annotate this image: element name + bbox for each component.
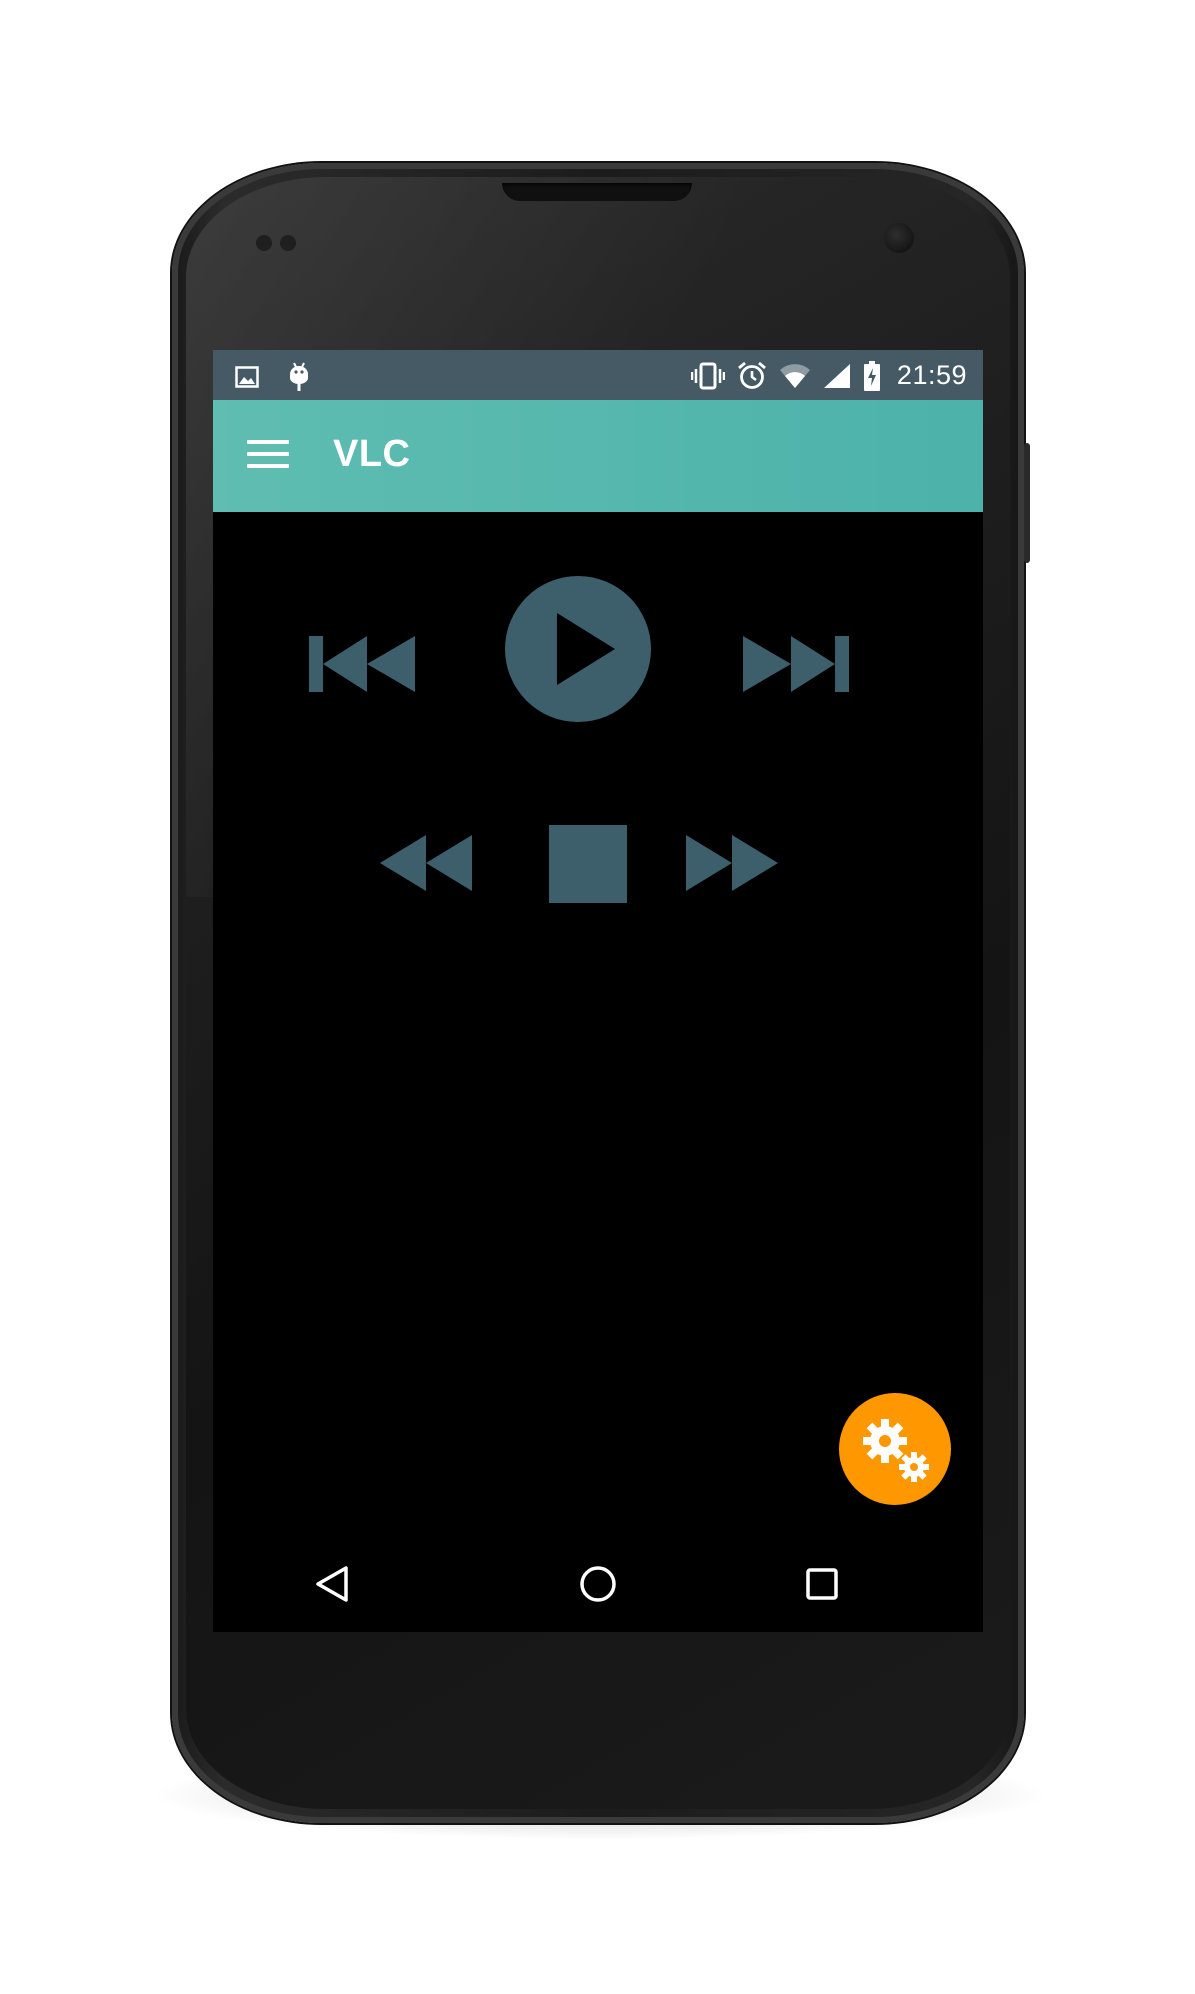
- android-debug-icon: [287, 362, 311, 392]
- stop-icon: [549, 825, 627, 903]
- rewind-button[interactable]: [380, 835, 472, 891]
- stop-button[interactable]: [549, 825, 627, 903]
- settings-gears-icon: [863, 1419, 929, 1482]
- power-button: [1024, 443, 1030, 563]
- signal-icon: [823, 363, 851, 389]
- status-right-icons: 21:59: [690, 360, 967, 391]
- proximity-sensor: [256, 235, 272, 251]
- wifi-icon: [779, 363, 811, 389]
- skip-previous-icon: [309, 636, 415, 692]
- image-icon: [235, 365, 259, 389]
- skip-previous-button[interactable]: [309, 636, 415, 692]
- recents-button[interactable]: [792, 1554, 852, 1614]
- status-bar: 21:59: [213, 350, 983, 400]
- recents-icon: [806, 1568, 838, 1600]
- fast-forward-icon: [686, 835, 778, 891]
- earpiece-speaker: [502, 183, 692, 201]
- battery-charging-icon: [863, 360, 881, 391]
- stage: 21:59 VLC: [0, 0, 1195, 1994]
- light-sensor: [280, 235, 296, 251]
- back-icon: [316, 1566, 348, 1602]
- status-left-icons: [235, 362, 311, 392]
- fast-forward-button[interactable]: [686, 835, 778, 891]
- hamburger-menu-icon[interactable]: [247, 440, 289, 472]
- skip-next-icon: [743, 636, 849, 692]
- app-title: VLC: [333, 433, 411, 475]
- home-icon: [580, 1566, 616, 1602]
- home-button[interactable]: [568, 1554, 628, 1614]
- play-icon: [505, 576, 651, 722]
- back-button[interactable]: [304, 1554, 364, 1614]
- vibrate-icon: [690, 362, 725, 390]
- front-camera: [884, 223, 914, 253]
- status-time: 21:59: [896, 360, 967, 390]
- rewind-icon: [380, 835, 472, 891]
- play-button[interactable]: [505, 576, 651, 722]
- settings-fab[interactable]: [839, 1393, 951, 1505]
- app-bar: VLC: [213, 400, 983, 512]
- skip-next-button[interactable]: [743, 636, 849, 692]
- navigation-bar: [213, 1536, 983, 1632]
- phone-screen: 21:59 VLC: [213, 350, 983, 1632]
- alarm-icon: [737, 361, 767, 391]
